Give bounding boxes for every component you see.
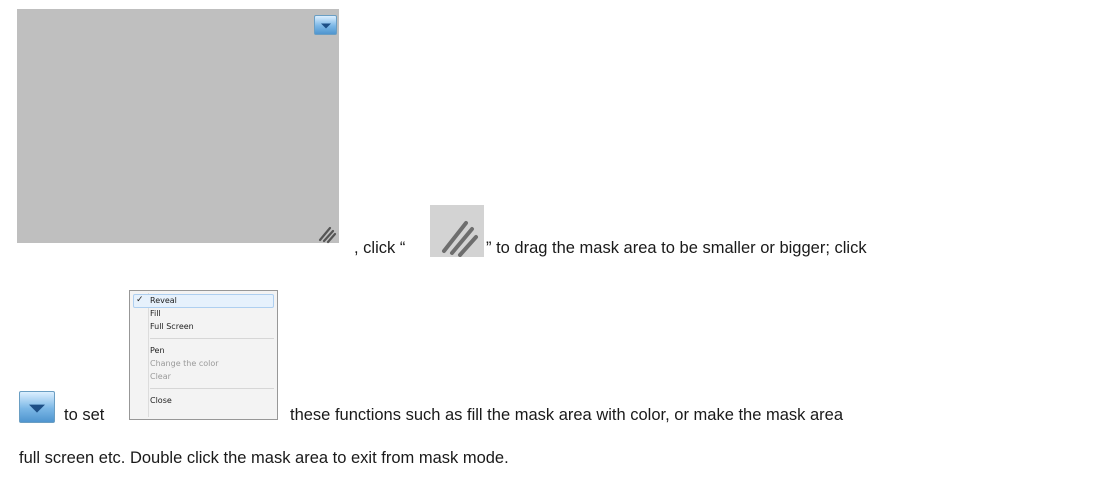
menu-separator: [150, 388, 274, 389]
instruction-text-2a: to set: [64, 406, 105, 424]
menu-item-full-screen[interactable]: Full Screen: [150, 321, 194, 332]
instruction-text-1b: ” to drag the mask area to be smaller or…: [486, 239, 867, 257]
instruction-text-3: full screen etc. Double click the mask a…: [19, 449, 509, 467]
menu-item-fill[interactable]: Fill: [150, 308, 161, 319]
check-icon: ✓: [136, 295, 144, 305]
menu-item-clear[interactable]: Clear: [150, 371, 171, 382]
instruction-text-2b: these functions such as fill the mask ar…: [290, 406, 844, 424]
mask-area[interactable]: [17, 9, 339, 243]
dropdown-icon-sample: [19, 391, 55, 423]
resize-grip-sample: [430, 205, 484, 257]
menu-item-change-color[interactable]: Change the color: [150, 358, 219, 369]
dropdown-arrow-icon: [29, 404, 45, 413]
resize-grip-icon[interactable]: [315, 220, 339, 244]
menu-separator: [150, 338, 274, 339]
menu-item-reveal[interactable]: Reveal: [150, 295, 177, 306]
menu-gutter: [148, 293, 149, 417]
mask-context-menu: ✓ Reveal Fill Full Screen Pen Change the…: [129, 290, 278, 420]
mask-dropdown-button[interactable]: [314, 15, 337, 35]
instruction-text-1a: , click “: [354, 239, 406, 257]
dropdown-arrow-icon: [320, 23, 331, 29]
menu-item-pen[interactable]: Pen: [150, 345, 165, 356]
menu-item-close[interactable]: Close: [150, 395, 172, 406]
resize-grip-icon: [430, 205, 484, 257]
